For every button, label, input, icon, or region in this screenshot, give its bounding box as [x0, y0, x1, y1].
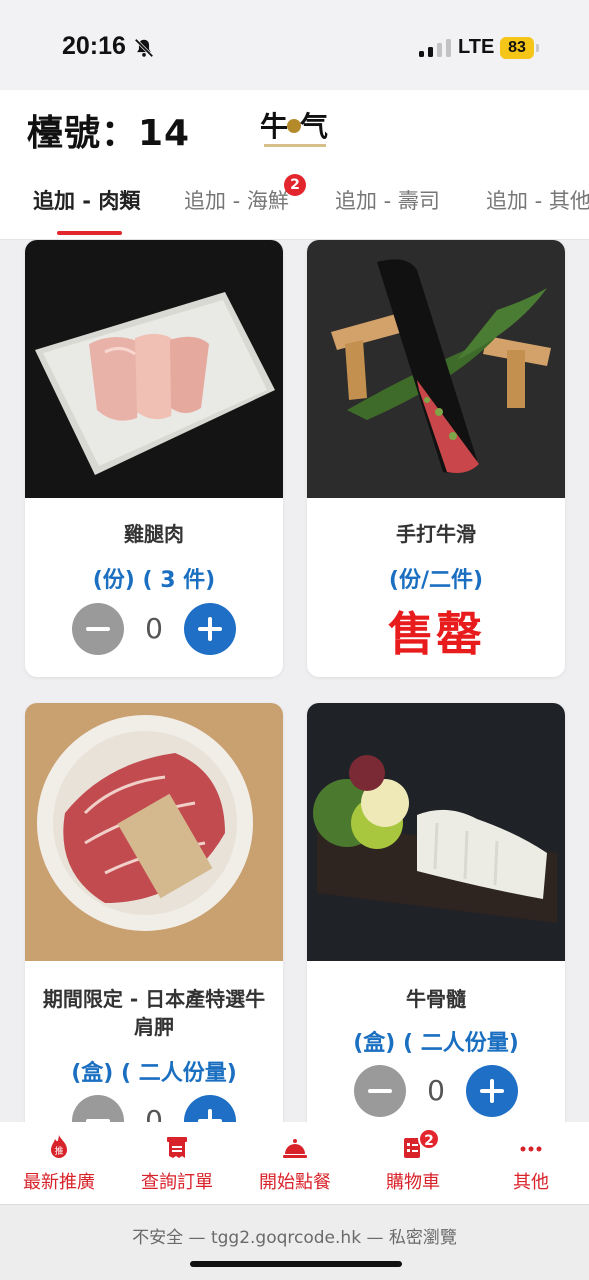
increase-button[interactable]	[184, 603, 236, 655]
seafood-tab-badge: 2	[284, 174, 306, 196]
bell-slash-icon	[134, 38, 154, 58]
bone-marrow-photo	[307, 703, 565, 961]
tab-seafood[interactable]: 追加 - 海鮮	[184, 182, 289, 240]
cloche-icon	[283, 1139, 307, 1158]
nav-label: 其他	[513, 1172, 549, 1193]
product-card[interactable]: 牛骨髓 (盒) ( 二人份量) 0	[307, 703, 565, 1143]
quantity-stepper: 0	[354, 1065, 518, 1117]
sold-out-label: 售罄	[388, 607, 484, 661]
app-header: 檯號：14 牛 气 追加 - 肉類 追加 - 海鮮 追加 - 壽司 追加 - 其…	[0, 90, 589, 240]
product-name: 期間限定 - 日本產特選牛肩胛	[42, 987, 266, 1039]
nav-more[interactable]: 其他	[472, 1122, 589, 1204]
nav-label: 最新推廣	[23, 1172, 95, 1193]
bottom-navigation: 推 最新推廣 查詢訂單 開始點餐 2 購物車 其他	[0, 1122, 589, 1204]
browser-url-bar[interactable]: 不安全 — tgg2.goqrcode.hk — 私密瀏覽	[0, 1204, 589, 1280]
product-name: 雞腿肉	[124, 522, 184, 546]
product-unit: (盒) ( 二人份量)	[71, 1061, 237, 1086]
receipt-icon	[167, 1137, 187, 1158]
battery-level: 83	[500, 37, 534, 59]
chicken-thigh-photo	[25, 240, 283, 498]
product-name: 牛骨髓	[406, 987, 466, 1011]
svg-text:牛: 牛	[260, 110, 288, 143]
status-bar: 20:16 LTE 83	[0, 0, 589, 90]
quantity-value: 0	[145, 612, 163, 645]
gyu-kaku-logo: 牛 气	[258, 102, 330, 158]
battery-tip	[536, 44, 539, 52]
home-indicator	[190, 1261, 402, 1267]
product-name: 手打牛滑	[396, 522, 476, 546]
product-unit: (盒) ( 二人份量)	[353, 1031, 519, 1056]
svg-text:气: 气	[299, 110, 328, 143]
nav-cart[interactable]: 2 購物車	[354, 1122, 472, 1204]
nav-start-ordering[interactable]: 開始點餐	[236, 1122, 354, 1204]
nav-promotions[interactable]: 推 最新推廣	[0, 1122, 118, 1204]
quantity-value: 0	[427, 1074, 445, 1107]
url-text: 不安全 — tgg2.goqrcode.hk — 私密瀏覽	[132, 1228, 457, 1248]
product-card[interactable]: 手打牛滑 (份/二件) 售罄	[307, 240, 565, 677]
beef-paste-photo	[307, 240, 565, 498]
cart-badge: 2	[418, 1128, 440, 1150]
table-number-label: 檯號：14	[27, 113, 191, 154]
product-unit: (份) ( 3 件)	[92, 568, 216, 593]
product-card[interactable]: 期間限定 - 日本產特選牛肩胛 (盒) ( 二人份量) 0	[25, 703, 283, 1143]
nav-label: 開始點餐	[259, 1172, 331, 1193]
svg-text:推: 推	[54, 1145, 63, 1157]
signal-icon	[419, 39, 451, 57]
nav-label: 購物車	[386, 1172, 440, 1193]
tab-others[interactable]: 追加 - 其他	[486, 182, 589, 240]
wagyu-chuck-photo	[25, 703, 283, 961]
flame-icon: 推	[51, 1135, 67, 1158]
decrease-button[interactable]	[72, 603, 124, 655]
nav-order-history[interactable]: 查詢訂單	[118, 1122, 236, 1204]
network-type: LTE	[458, 36, 495, 58]
status-time: 20:16	[62, 32, 126, 60]
nav-label: 查詢訂單	[141, 1172, 213, 1193]
increase-button[interactable]	[466, 1065, 518, 1117]
tab-sushi[interactable]: 追加 - 壽司	[335, 182, 440, 240]
product-unit: (份/二件)	[388, 568, 484, 593]
decrease-button[interactable]	[354, 1065, 406, 1117]
more-dots-icon	[520, 1146, 542, 1152]
active-tab-indicator	[57, 231, 122, 235]
quantity-stepper: 0	[72, 603, 236, 655]
product-card[interactable]: 雞腿肉 (份) ( 3 件) 0	[25, 240, 283, 677]
